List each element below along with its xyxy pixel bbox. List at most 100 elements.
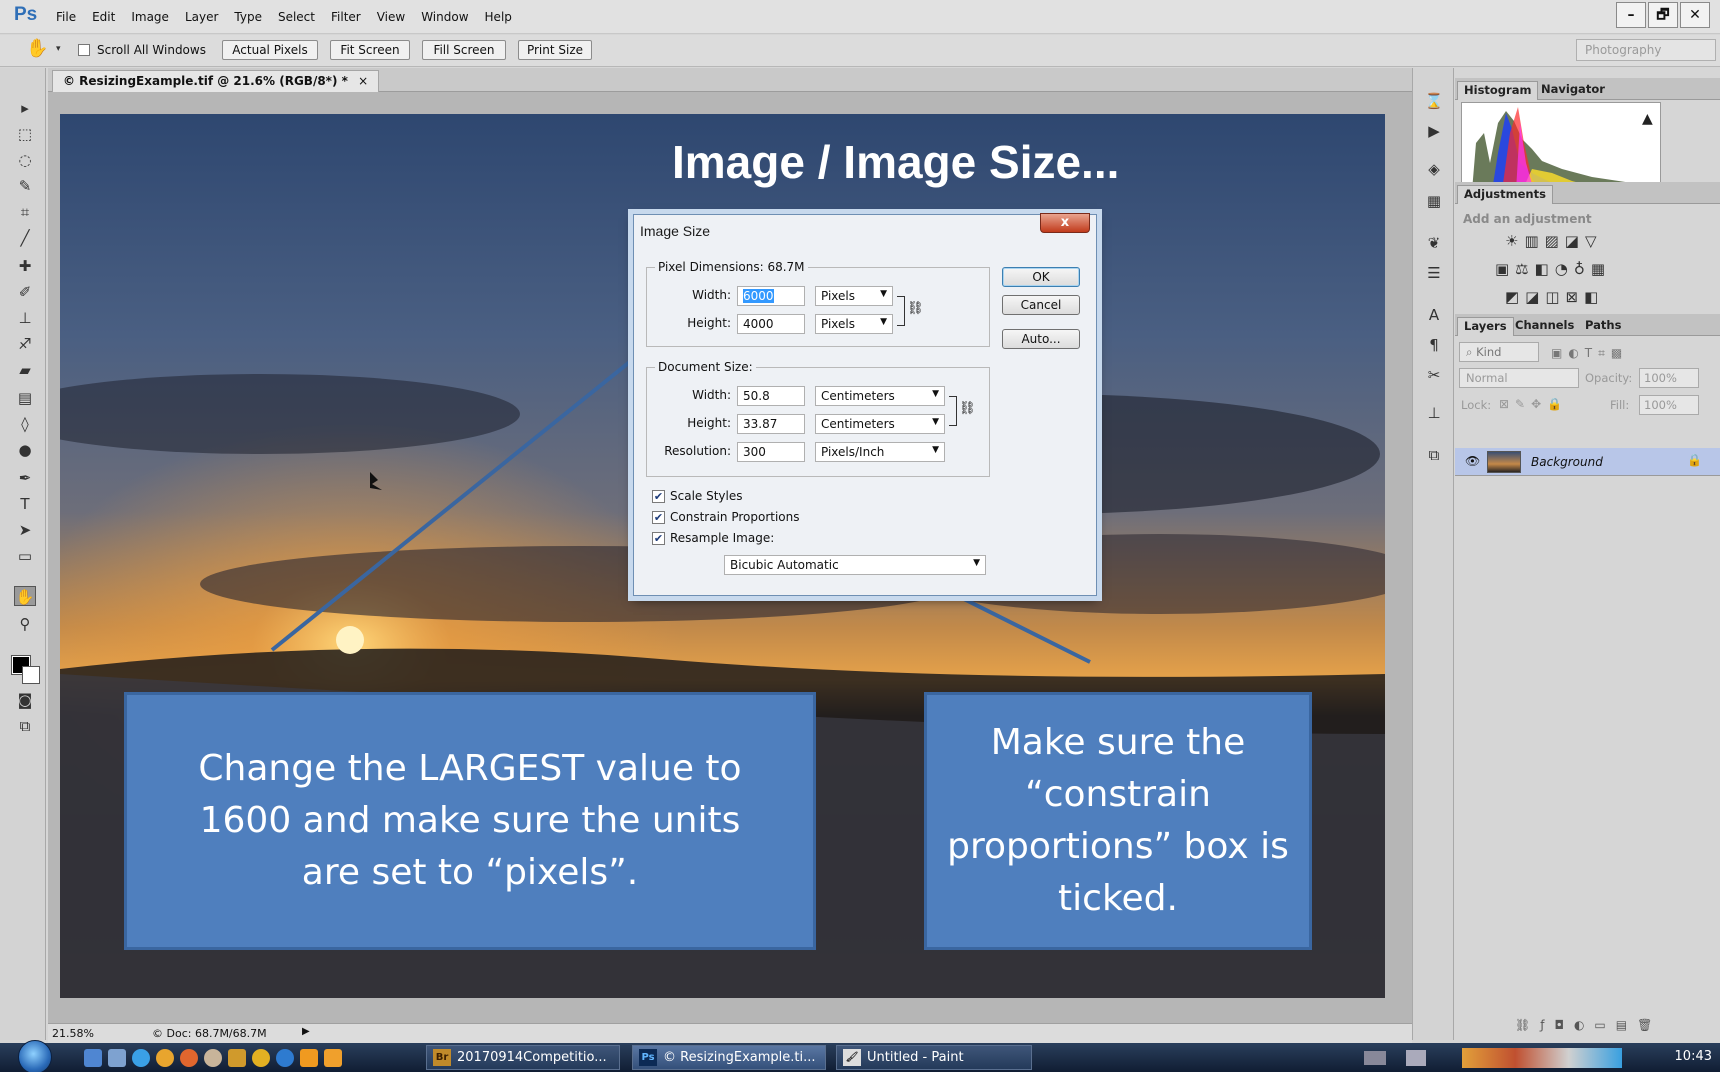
chevron-down-icon: ▼ bbox=[880, 317, 887, 327]
document-size-legend: Document Size: bbox=[655, 360, 756, 374]
properties-icon[interactable]: ☰ bbox=[1423, 264, 1445, 286]
character-panel-icon[interactable]: A bbox=[1423, 306, 1445, 328]
desktop-icon[interactable] bbox=[84, 1049, 102, 1067]
app2-icon[interactable] bbox=[324, 1049, 342, 1067]
bridge-task-icon: Br bbox=[433, 1049, 451, 1066]
document-size-group: Document Size: Width: 50.8 Centimeters ▼ … bbox=[646, 360, 990, 477]
doc-height-input[interactable]: 33.87 bbox=[737, 414, 805, 434]
adjustments-tab-bar: Adjustments bbox=[1455, 182, 1720, 204]
task-paint-label: Untitled - Paint bbox=[867, 1050, 964, 1065]
resolution-value: 300 bbox=[743, 445, 766, 459]
doc-width-unit-select[interactable]: Centimeters ▼ bbox=[815, 386, 945, 406]
bridge-icon[interactable] bbox=[228, 1049, 246, 1067]
clock[interactable]: 10:43 bbox=[1675, 1049, 1712, 1064]
chain-link-icon: ⛓ bbox=[907, 301, 924, 316]
adjustment-icons-row-2[interactable]: ▣⚖◧◔♁▦ bbox=[1495, 260, 1611, 278]
ok-button[interactable]: OK bbox=[1002, 267, 1080, 287]
resolution-unit-select[interactable]: Pixels/Inch ▼ bbox=[815, 442, 945, 462]
status-bar: 21.58% © Doc: 68.7M/68.7M ▶ bbox=[48, 1023, 1412, 1043]
tab-adjustments[interactable]: Adjustments bbox=[1457, 185, 1553, 204]
layer-filter-icons[interactable]: ▣◐T⌗▩ bbox=[1551, 346, 1628, 361]
histogram-graph: ▲ bbox=[1461, 102, 1661, 190]
adjustment-icons-row-1[interactable]: ☀▥▨◪▽ bbox=[1505, 232, 1603, 250]
keyboard-icon[interactable] bbox=[1364, 1051, 1386, 1065]
tab-paths[interactable]: Paths bbox=[1579, 317, 1627, 336]
pixel-height-unit-select[interactable]: Pixels ▼ bbox=[815, 314, 893, 334]
doc-height-value: 33.87 bbox=[743, 417, 778, 431]
doc-width-unit: Centimeters bbox=[821, 389, 895, 403]
resample-method-select[interactable]: Bicubic Automatic ▼ bbox=[724, 555, 986, 575]
app-icon[interactable] bbox=[204, 1049, 222, 1067]
start-button[interactable] bbox=[18, 1040, 52, 1072]
chevron-down-icon: ▼ bbox=[932, 417, 939, 427]
resolution-input[interactable]: 300 bbox=[737, 442, 805, 462]
zoom-level[interactable]: 21.58% bbox=[52, 1027, 94, 1040]
tab-layers[interactable]: Layers bbox=[1457, 317, 1514, 336]
eye-icon[interactable]: 👁 bbox=[1465, 454, 1480, 468]
pixel-width-input[interactable]: 6000 bbox=[737, 286, 805, 306]
lock-icons[interactable]: ⊠✎✥🔒 bbox=[1499, 397, 1568, 411]
lock-icon: 🔒 bbox=[1687, 453, 1702, 467]
task-photoshop-label: © ResizingExample.ti... bbox=[663, 1050, 816, 1065]
doc-info: © Doc: 68.7M/68.7M bbox=[152, 1027, 267, 1040]
pixel-height-input[interactable]: 4000 bbox=[737, 314, 805, 334]
pixel-height-label: Height: bbox=[687, 316, 731, 330]
layer-kind-filter[interactable]: ⌕ Kind bbox=[1459, 342, 1539, 362]
fill-input[interactable]: 100% bbox=[1639, 395, 1699, 415]
layer-comps-icon[interactable]: ⧉ bbox=[1423, 446, 1445, 468]
explorer-icon[interactable] bbox=[108, 1049, 126, 1067]
chain-link-icon: ⛓ bbox=[959, 401, 976, 416]
dialog-close-button[interactable]: x bbox=[1040, 213, 1090, 233]
chevron-down-icon: ▼ bbox=[932, 389, 939, 399]
blend-mode-select[interactable]: Normal bbox=[1459, 368, 1579, 388]
tool-presets-icon[interactable]: ✂ bbox=[1423, 366, 1445, 388]
doc-width-input[interactable]: 50.8 bbox=[737, 386, 805, 406]
adjustments-hint: Add an adjustment bbox=[1463, 212, 1592, 226]
scale-styles-checkbox[interactable]: ✔ bbox=[652, 490, 665, 503]
brush-presets-icon[interactable]: ❦ bbox=[1423, 234, 1445, 256]
chevron-down-icon: ▼ bbox=[973, 558, 980, 568]
ie-icon[interactable] bbox=[132, 1049, 150, 1067]
tab-navigator[interactable]: Navigator bbox=[1535, 81, 1611, 100]
taskbar: Br 20170914Competitio... Ps © ResizingExam… bbox=[0, 1040, 1720, 1072]
doc-height-unit-select[interactable]: Centimeters ▼ bbox=[815, 414, 945, 434]
layer-kind-label: Kind bbox=[1476, 345, 1502, 359]
constrain-proportions-label: Constrain Proportions bbox=[670, 510, 800, 524]
history-panel-icon[interactable]: ⌛ bbox=[1423, 92, 1445, 114]
adjustment-icons-row-3[interactable]: ◩◪◫⊠◧ bbox=[1505, 288, 1604, 306]
task-paint[interactable]: 🖌 Untitled - Paint bbox=[836, 1045, 1032, 1070]
right-panels: Histogram Navigator ▲ Adjustments Add an… bbox=[1455, 68, 1720, 1040]
clone-source-icon[interactable]: ⊥ bbox=[1423, 404, 1445, 426]
cancel-button[interactable]: Cancel bbox=[1002, 295, 1080, 315]
pixel-width-unit: Pixels bbox=[821, 289, 856, 303]
player-icon[interactable] bbox=[300, 1049, 318, 1067]
histogram-svg: ▲ bbox=[1472, 107, 1660, 189]
tab-channels[interactable]: Channels bbox=[1509, 317, 1580, 336]
media-icon[interactable] bbox=[252, 1049, 270, 1067]
system-tray-icons[interactable] bbox=[1462, 1048, 1622, 1068]
task-photoshop[interactable]: Ps © ResizingExample.ti... bbox=[632, 1045, 826, 1070]
firefox-icon[interactable] bbox=[180, 1049, 198, 1067]
resample-image-checkbox[interactable]: ✔ bbox=[652, 532, 665, 545]
chrome-icon[interactable] bbox=[156, 1049, 174, 1067]
auto-button[interactable]: Auto... bbox=[1002, 329, 1080, 349]
panel-dock-strip: ⌛ ▶ ◈ ▦ ❦ ☰ A ¶ ✂ ⊥ ⧉ bbox=[1412, 68, 1454, 1040]
photoshop-task-icon: Ps bbox=[639, 1049, 657, 1066]
tray-app-icon[interactable] bbox=[1406, 1050, 1426, 1066]
swatches-panel-icon[interactable]: ▦ bbox=[1423, 192, 1445, 214]
chevron-down-icon: ▼ bbox=[880, 289, 887, 299]
3d-panel-icon[interactable]: ◈ bbox=[1423, 160, 1445, 182]
actions-panel-icon[interactable]: ▶ bbox=[1423, 122, 1445, 144]
constrain-proportions-checkbox[interactable]: ✔ bbox=[652, 511, 665, 524]
browser-icon[interactable] bbox=[276, 1049, 294, 1067]
doc-height-unit: Centimeters bbox=[821, 417, 895, 431]
paragraph-panel-icon[interactable]: ¶ bbox=[1423, 336, 1445, 358]
layer-footer-icons[interactable]: ⛓ƒ◘◐▭▤🗑 bbox=[1515, 1018, 1662, 1032]
status-menu-arrow-icon[interactable]: ▶ bbox=[302, 1026, 310, 1037]
task-bridge[interactable]: Br 20170914Competitio... bbox=[426, 1045, 620, 1070]
opacity-input[interactable]: 100% bbox=[1639, 368, 1699, 388]
layer-row-background[interactable]: 👁 Background 🔒 bbox=[1455, 448, 1720, 476]
left-callout: Change the LARGEST value to 1600 and mak… bbox=[124, 692, 816, 950]
tab-histogram[interactable]: Histogram bbox=[1457, 81, 1539, 100]
pixel-width-unit-select[interactable]: Pixels ▼ bbox=[815, 286, 893, 306]
